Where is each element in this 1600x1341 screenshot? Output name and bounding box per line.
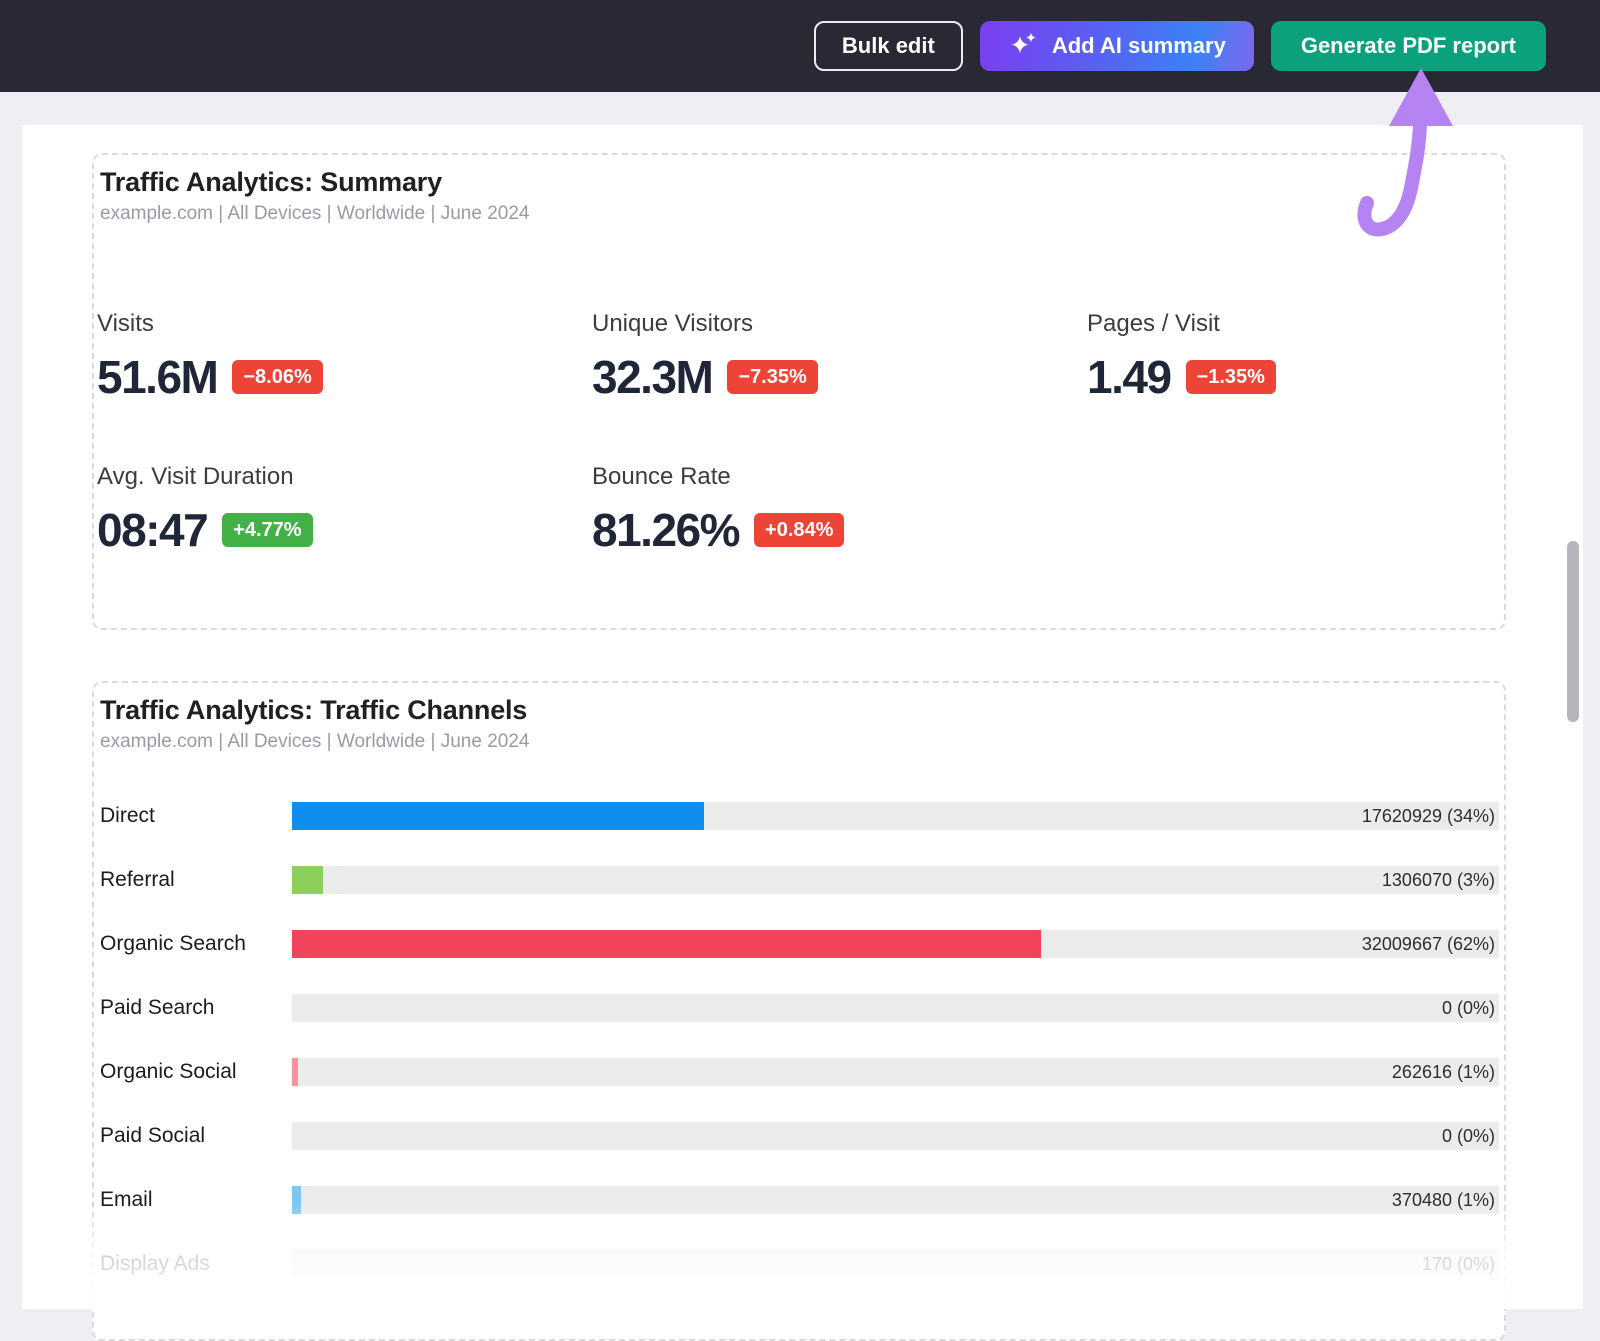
- metric-label: Pages / Visit: [1087, 310, 1276, 338]
- metric-bounce-rate: Bounce Rate 81.26% +0.84%: [592, 463, 844, 557]
- channel-value: 262616 (1%): [1392, 1058, 1495, 1086]
- channel-row-email: Email 370480 (1%): [94, 1186, 1504, 1214]
- vertical-scrollbar[interactable]: [1567, 541, 1579, 722]
- channel-bar: [292, 802, 704, 830]
- channel-label: Display Ads: [100, 1250, 210, 1278]
- channel-value: 17620929 (34%): [1362, 802, 1495, 830]
- delta-badge: −1.35%: [1186, 360, 1276, 394]
- channel-value: 1306070 (3%): [1382, 866, 1495, 894]
- channel-bar: [292, 1058, 298, 1086]
- channel-bar-track: 1306070 (3%): [292, 866, 1499, 894]
- channels-title: Traffic Analytics: Traffic Channels: [100, 695, 527, 726]
- metric-value: 1.49: [1087, 350, 1171, 404]
- metric-label: Bounce Rate: [592, 463, 844, 491]
- delta-badge: −7.35%: [727, 360, 817, 394]
- channel-label: Paid Social: [100, 1122, 205, 1150]
- channel-bar: [292, 930, 1041, 958]
- channel-value: 170 (0%): [1422, 1250, 1495, 1278]
- channel-value: 370480 (1%): [1392, 1186, 1495, 1214]
- metric-visits: Visits 51.6M −8.06%: [97, 310, 323, 404]
- channel-bar: [292, 1186, 301, 1214]
- channel-bar-track: 0 (0%): [292, 994, 1499, 1022]
- metric-value: 08:47: [97, 503, 207, 557]
- metric-value: 51.6M: [97, 350, 217, 404]
- metric-value: 81.26%: [592, 503, 739, 557]
- add-ai-summary-label: Add AI summary: [1052, 33, 1226, 59]
- channel-label: Organic Social: [100, 1058, 237, 1086]
- channel-row-display-ads: Display Ads 170 (0%): [94, 1250, 1504, 1278]
- metric-value: 32.3M: [592, 350, 712, 404]
- channel-row-organic-search: Organic Search 32009667 (62%): [94, 930, 1504, 958]
- channel-row-paid-search: Paid Search 0 (0%): [94, 994, 1504, 1022]
- channel-bar-track: 262616 (1%): [292, 1058, 1499, 1086]
- metric-avg-visit-duration: Avg. Visit Duration 08:47 +4.77%: [97, 463, 313, 557]
- widget-traffic-channels[interactable]: Traffic Analytics: Traffic Channels exam…: [92, 681, 1506, 1341]
- add-ai-summary-button[interactable]: Add AI summary: [980, 21, 1254, 71]
- delta-badge: +4.77%: [222, 513, 312, 547]
- delta-badge: −8.06%: [232, 360, 322, 394]
- channel-value: 0 (0%): [1442, 994, 1495, 1022]
- channels-subtitle: example.com | All Devices | Worldwide | …: [100, 731, 530, 753]
- metric-label: Avg. Visit Duration: [97, 463, 313, 491]
- metric-label: Visits: [97, 310, 323, 338]
- summary-subtitle: example.com | All Devices | Worldwide | …: [100, 203, 530, 225]
- channel-row-referral: Referral 1306070 (3%): [94, 866, 1504, 894]
- delta-badge: +0.84%: [754, 513, 844, 547]
- bulk-edit-button[interactable]: Bulk edit: [814, 21, 963, 71]
- channel-label: Referral: [100, 866, 175, 894]
- metric-pages-per-visit: Pages / Visit 1.49 −1.35%: [1087, 310, 1276, 404]
- channel-label: Organic Search: [100, 930, 246, 958]
- channel-value: 0 (0%): [1442, 1122, 1495, 1150]
- top-action-bar: Bulk edit Add AI summary Generate PDF re…: [0, 0, 1600, 92]
- channel-bar-track: 0 (0%): [292, 1122, 1499, 1150]
- channel-label: Direct: [100, 802, 155, 830]
- sparkle-icon: [1008, 30, 1040, 62]
- widget-traffic-summary[interactable]: Traffic Analytics: Summary example.com |…: [92, 153, 1506, 630]
- channel-bar-track: 170 (0%): [292, 1250, 1499, 1278]
- channel-row-direct: Direct 17620929 (34%): [94, 802, 1504, 830]
- generate-pdf-report-button[interactable]: Generate PDF report: [1271, 21, 1546, 71]
- channel-row-paid-social: Paid Social 0 (0%): [94, 1122, 1504, 1150]
- channel-bar-track: 17620929 (34%): [292, 802, 1499, 830]
- channel-label: Paid Search: [100, 994, 214, 1022]
- channel-bar-track: 32009667 (62%): [292, 930, 1499, 958]
- channel-row-organic-social: Organic Social 262616 (1%): [94, 1058, 1504, 1086]
- channel-bar: [292, 866, 323, 894]
- channel-bar-track: 370480 (1%): [292, 1186, 1499, 1214]
- metric-unique-visitors: Unique Visitors 32.3M −7.35%: [592, 310, 818, 404]
- channel-value: 32009667 (62%): [1362, 930, 1495, 958]
- summary-title: Traffic Analytics: Summary: [100, 167, 442, 198]
- channel-label: Email: [100, 1186, 153, 1214]
- metric-label: Unique Visitors: [592, 310, 818, 338]
